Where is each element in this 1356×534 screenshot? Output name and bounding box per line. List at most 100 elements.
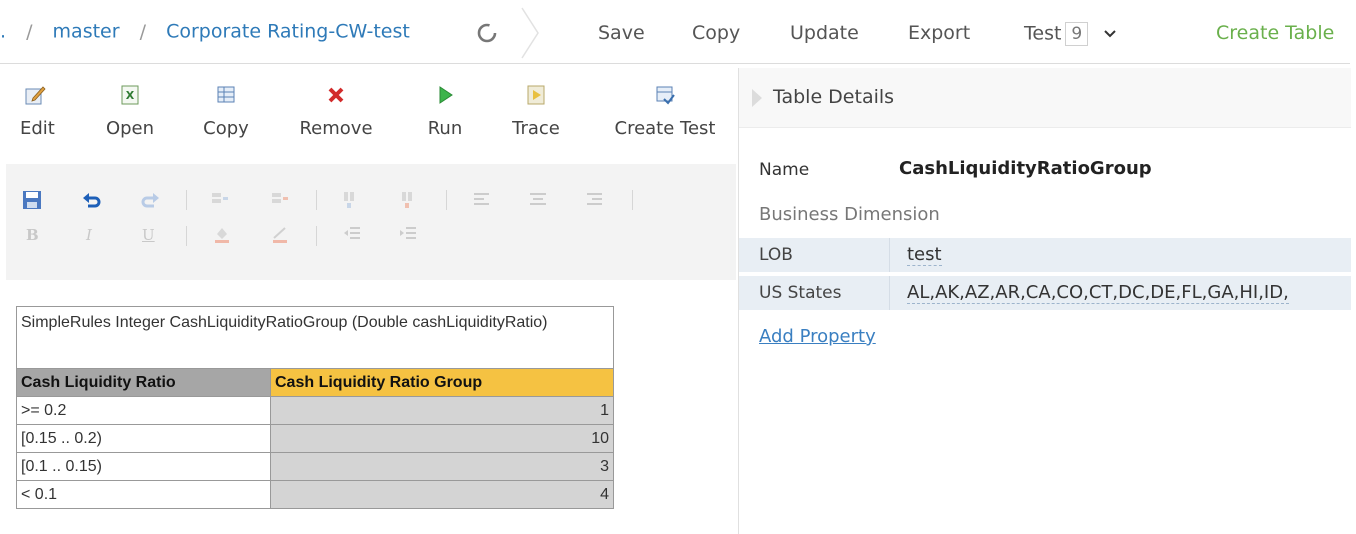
- column-header-result[interactable]: Cash Liquidity Ratio Group: [270, 368, 614, 397]
- property-value-lob[interactable]: test: [907, 244, 942, 266]
- condition-cell[interactable]: [0.1 .. 0.15): [16, 452, 271, 481]
- property-key: US States: [759, 283, 842, 303]
- rules-table: SimpleRules Integer CashLiquidityRatioGr…: [16, 306, 614, 509]
- top-bar: . / master / Corporate Rating-CW-test Sa…: [0, 0, 1350, 64]
- breadcrumb-ellipsis[interactable]: .: [0, 21, 6, 43]
- italic-button[interactable]: I: [86, 226, 106, 246]
- details-title: Table Details: [773, 86, 895, 108]
- edit-label: Edit: [20, 118, 55, 139]
- copy-label: Copy: [203, 118, 249, 139]
- align-left-icon[interactable]: [472, 190, 492, 210]
- chevron-down-icon[interactable]: [1104, 29, 1117, 39]
- business-dimension-heading: Business Dimension: [759, 204, 940, 225]
- table-editor-panel: Edit X Open Copy Remove Run Trace Create…: [6, 68, 736, 534]
- breadcrumb: . / master / Corporate Rating-CW-test: [0, 20, 410, 43]
- table-name-value: CashLiquidityRatioGroup: [899, 158, 1152, 179]
- font-color-icon[interactable]: [270, 224, 290, 244]
- open-button[interactable]: X Open: [104, 84, 156, 139]
- toolbar-divider: [632, 190, 633, 210]
- open-label: Open: [105, 118, 155, 139]
- table-row: [0.1 .. 0.15) 3: [16, 452, 614, 481]
- table-details-panel: Table Details Name CashLiquidityRatioGro…: [738, 68, 1351, 534]
- align-right-icon[interactable]: [584, 190, 604, 210]
- insert-column-icon[interactable]: [340, 190, 360, 210]
- remove-row-icon[interactable]: [270, 190, 290, 210]
- result-cell[interactable]: 4: [270, 480, 614, 509]
- run-label: Run: [427, 118, 463, 139]
- condition-cell[interactable]: [0.15 .. 0.2): [16, 424, 271, 453]
- property-value-us-states[interactable]: AL,AK,AZ,AR,CA,CO,CT,DC,DE,FL,GA,HI,ID,: [907, 282, 1289, 304]
- test-menu-label: Test: [1024, 22, 1062, 45]
- fill-color-icon[interactable]: [212, 224, 232, 244]
- create-table-button[interactable]: Create Table: [1216, 22, 1334, 44]
- property-row-lob: LOB test: [739, 238, 1351, 272]
- name-label: Name: [759, 160, 810, 180]
- create-test-icon: [656, 86, 675, 105]
- edit-icon: [25, 86, 46, 105]
- decrease-indent-icon[interactable]: [342, 224, 362, 244]
- trace-button[interactable]: Trace: [508, 84, 564, 139]
- copy-menu-button[interactable]: Copy: [692, 22, 740, 44]
- result-cell[interactable]: 3: [270, 452, 614, 481]
- edit-button[interactable]: Edit: [20, 84, 55, 139]
- increase-indent-icon[interactable]: [398, 224, 418, 244]
- breadcrumb-separator: /: [26, 20, 33, 43]
- property-key: LOB: [759, 245, 793, 265]
- table-row: < 0.1 4: [16, 480, 614, 509]
- bold-button[interactable]: B: [26, 226, 46, 246]
- toolbar-divider: [446, 190, 447, 210]
- test-count-badge: 9: [1065, 22, 1089, 46]
- breadcrumb-item-project[interactable]: Corporate Rating-CW-test: [166, 21, 410, 43]
- table-row: >= 0.2 1: [16, 396, 614, 425]
- export-menu-button[interactable]: Export: [908, 22, 970, 44]
- update-menu-button[interactable]: Update: [790, 22, 859, 44]
- toolbar-divider: [186, 226, 187, 246]
- underline-button[interactable]: U: [142, 226, 162, 246]
- breadcrumb-separator: /: [139, 20, 147, 43]
- save-disk-icon[interactable]: [22, 190, 42, 210]
- property-divider: [889, 238, 890, 272]
- save-menu-button[interactable]: Save: [598, 22, 645, 44]
- column-header-row: Cash Liquidity Ratio Cash Liquidity Rati…: [16, 368, 614, 397]
- add-property-link[interactable]: Add Property: [759, 326, 876, 347]
- redo-icon[interactable]: [140, 190, 160, 210]
- condition-cell[interactable]: >= 0.2: [16, 396, 271, 425]
- collapse-triangle-icon[interactable]: [751, 88, 763, 108]
- breadcrumb-item-master[interactable]: master: [53, 21, 120, 43]
- table-header-row: SimpleRules Integer CashLiquidityRatioGr…: [16, 306, 614, 369]
- format-toolbar: B I U: [6, 164, 736, 280]
- align-center-icon[interactable]: [528, 190, 548, 210]
- undo-icon[interactable]: [82, 190, 102, 210]
- trace-icon: [527, 85, 545, 105]
- property-row-us-states: US States AL,AK,AZ,AR,CA,CO,CT,DC,DE,FL,…: [739, 276, 1351, 310]
- details-header[interactable]: Table Details: [739, 68, 1351, 128]
- condition-cell[interactable]: < 0.1: [16, 480, 271, 509]
- toolbar-divider: [316, 190, 317, 210]
- toolbar-divider: [316, 226, 317, 246]
- column-header-condition[interactable]: Cash Liquidity Ratio: [16, 368, 271, 397]
- test-menu-button[interactable]: Test 9: [1024, 22, 1117, 46]
- result-cell[interactable]: 10: [270, 424, 614, 453]
- remove-x-icon: [328, 87, 344, 103]
- refresh-icon[interactable]: [476, 22, 498, 44]
- create-test-button[interactable]: Create Test: [604, 84, 726, 139]
- run-play-icon: [439, 86, 453, 104]
- insert-row-icon[interactable]: [210, 190, 230, 210]
- create-test-label: Create Test: [614, 118, 716, 139]
- table-row: [0.15 .. 0.2) 10: [16, 424, 614, 453]
- trace-label: Trace: [512, 118, 560, 139]
- table-signature[interactable]: SimpleRules Integer CashLiquidityRatioGr…: [16, 306, 614, 369]
- remove-button[interactable]: Remove: [296, 84, 376, 139]
- copy-table-icon: [217, 86, 235, 103]
- excel-icon: X: [121, 85, 139, 105]
- table-toolbar: Edit X Open Copy Remove Run Trace Create…: [6, 68, 736, 164]
- copy-button[interactable]: Copy: [200, 84, 252, 139]
- svg-text:X: X: [126, 89, 135, 102]
- remove-column-icon[interactable]: [398, 190, 418, 210]
- chevron-divider-icon: [521, 7, 539, 59]
- toolbar-divider: [186, 190, 187, 210]
- property-divider: [889, 276, 890, 310]
- remove-label: Remove: [299, 118, 373, 139]
- result-cell[interactable]: 1: [270, 396, 614, 425]
- run-button[interactable]: Run: [424, 84, 466, 139]
